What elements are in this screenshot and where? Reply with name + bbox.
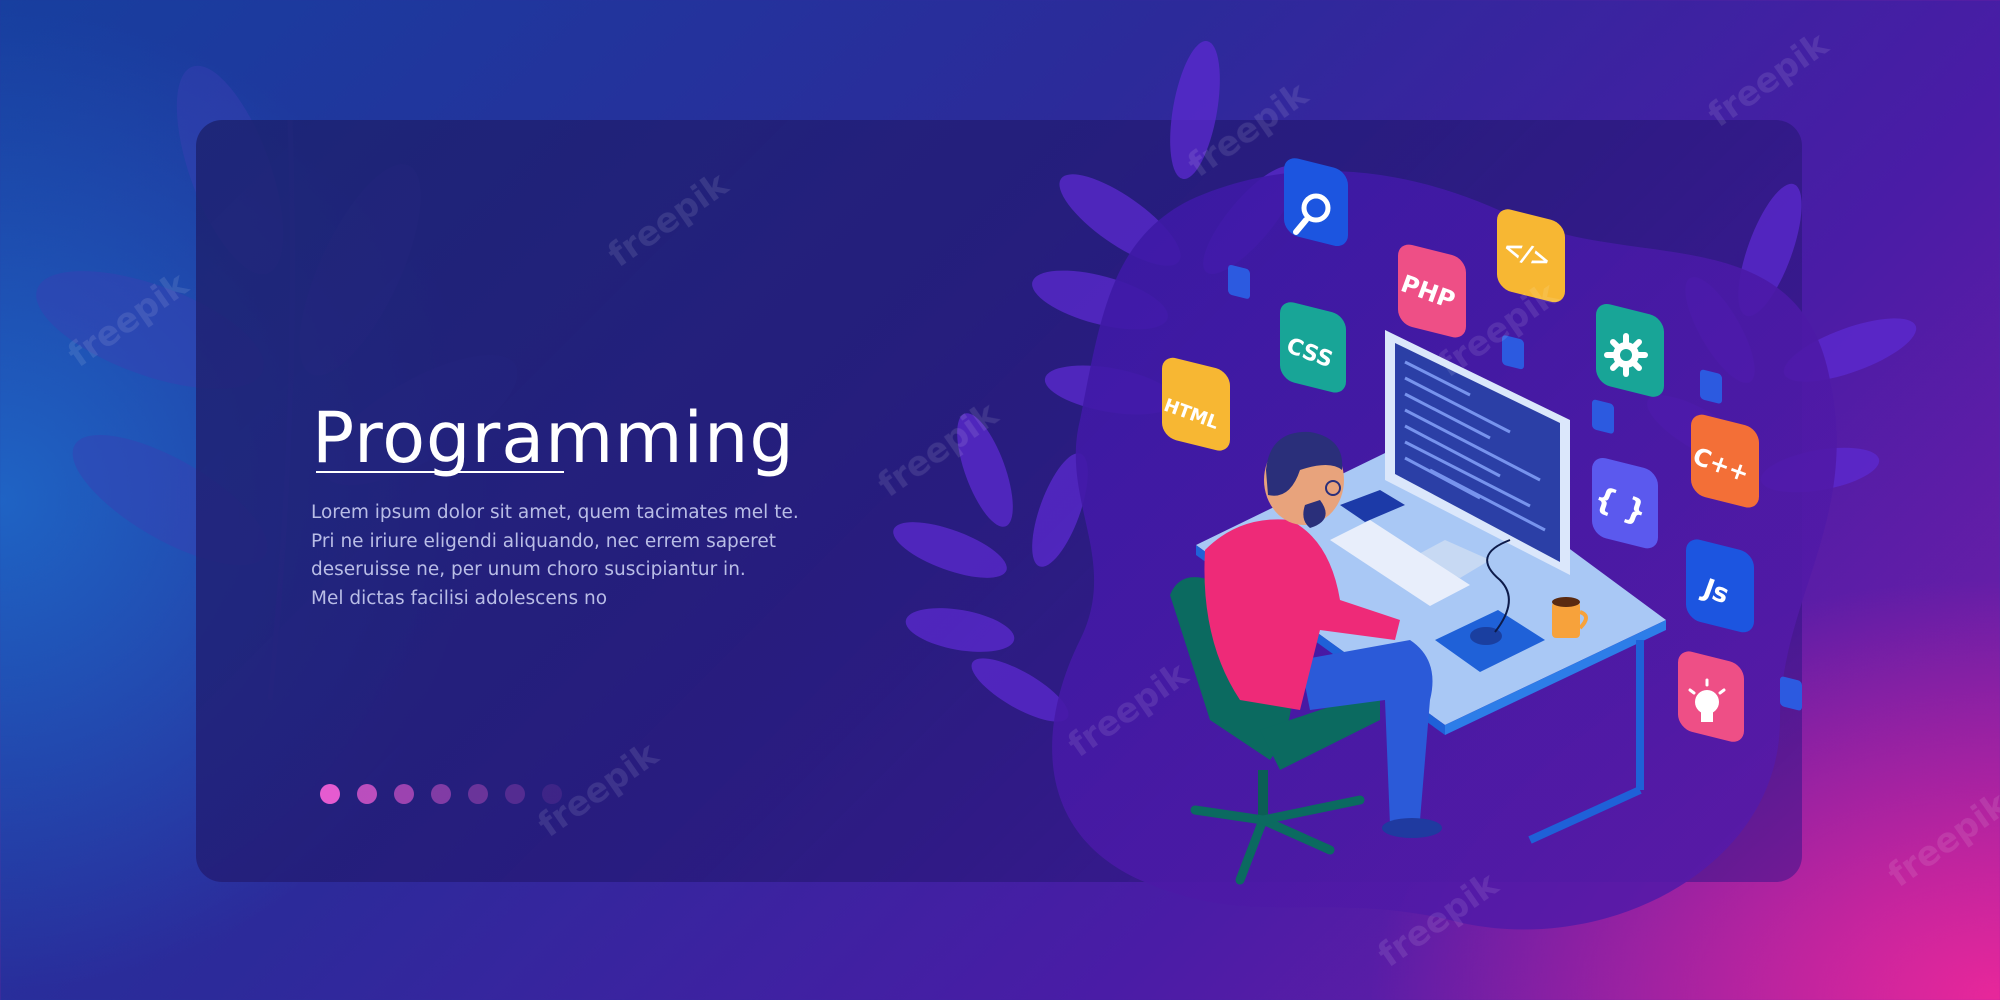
programmer-illustration: HTML CSS PHP </> { } C++ Js: [893, 40, 1917, 930]
